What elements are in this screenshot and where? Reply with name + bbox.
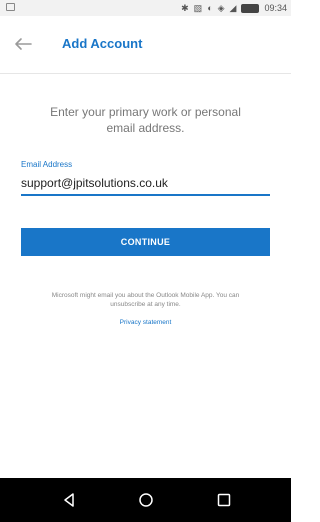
email-field-label: Email Address: [21, 160, 73, 169]
page-title: Add Account: [62, 36, 143, 51]
phone-screen: ✱ ▧ ◐ ◈ ◢ 09:34 Add Account Enter your p…: [0, 0, 291, 522]
vibrate-icon: ▧: [193, 3, 203, 13]
navigation-bar: [0, 478, 291, 522]
status-icons: ✱ ▧ ◐ ◈ ◢ 09:34: [181, 2, 287, 14]
notification-icon: [6, 3, 15, 11]
wifi-icon: ◈: [217, 3, 225, 13]
continue-button[interactable]: CONTINUE: [21, 228, 270, 256]
back-arrow-icon[interactable]: [14, 37, 32, 51]
email-prompt: Enter your primary work or personal emai…: [50, 105, 241, 135]
recent-apps-icon[interactable]: [215, 491, 233, 509]
disclaimer-text: Microsoft might email you about the Outl…: [51, 292, 240, 308]
privacy-statement-link[interactable]: Privacy statement: [95, 319, 196, 326]
bluetooth-icon: ✱: [181, 3, 189, 13]
signal-icon: ◢: [229, 3, 237, 13]
home-icon[interactable]: [137, 491, 155, 509]
data-saver-icon: ◐: [207, 3, 213, 13]
status-time: 09:34: [264, 3, 287, 13]
status-bar: ✱ ▧ ◐ ◈ ◢ 09:34: [0, 0, 291, 16]
email-field[interactable]: [21, 172, 270, 196]
app-bar: Add Account: [0, 16, 291, 74]
battery-icon: [241, 3, 260, 13]
back-icon[interactable]: [60, 491, 78, 509]
